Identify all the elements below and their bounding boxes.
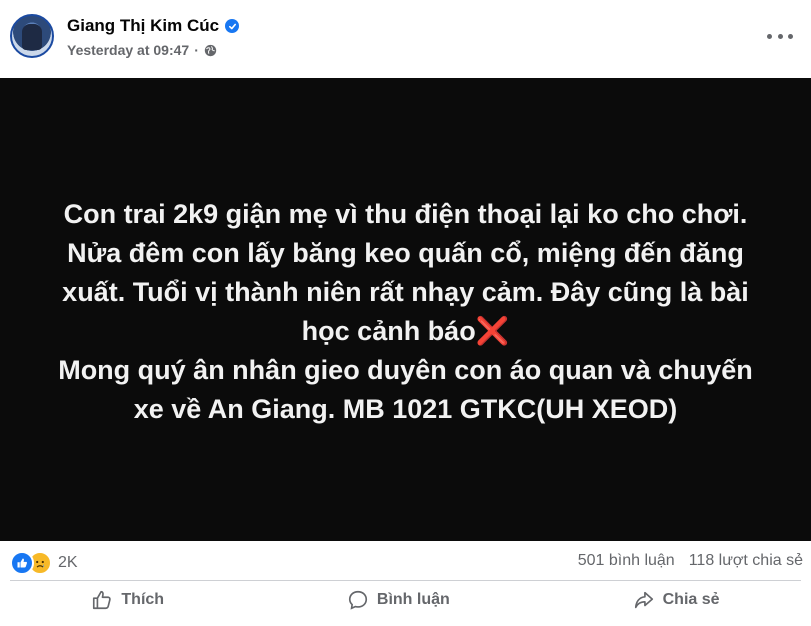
image-text-line: Mong quý ân nhân gieo duyên con áo quan … (58, 354, 753, 385)
globe-icon[interactable] (204, 44, 217, 57)
meta-separator: · (194, 42, 199, 58)
reactions-summary[interactable]: 2K (10, 551, 78, 575)
verified-badge-icon (225, 19, 240, 33)
divider (10, 580, 801, 581)
post-timestamp[interactable]: Yesterday at 09:47 (67, 42, 189, 58)
comment-label: Bình luận (376, 591, 450, 608)
share-count[interactable]: 118 lượt chia sẻ (689, 552, 803, 570)
thumbs-up-icon (93, 590, 112, 610)
like-button[interactable]: Thích (91, 589, 164, 611)
post-card: Giang Thị Kim Cúc Yesterday at 09:47 · C… (0, 0, 811, 626)
cross-mark-icon: ❌ (475, 315, 510, 346)
image-text-line: xuất. Tuổi vị thành niên rất nhạy cảm. Đ… (62, 276, 749, 307)
image-text-line: học cảnh báo❌ (26, 312, 786, 351)
image-text-line-part: học cảnh báo (301, 315, 476, 346)
image-text-line: Nửa đêm con lấy băng keo quấn cổ, miệng … (67, 237, 744, 268)
post-actions: Thích Bình luận Chia sẻ (0, 582, 811, 618)
share-icon (634, 591, 653, 609)
author-name[interactable]: Giang Thị Kim Cúc (67, 16, 219, 36)
post-image[interactable]: Con trai 2k9 giận mẹ vì thu điện thoại l… (0, 78, 811, 541)
like-label: Thích (121, 591, 165, 608)
comment-button[interactable]: Bình luận (347, 589, 450, 611)
reaction-count: 2K (58, 554, 78, 571)
comment-count[interactable]: 501 bình luận (578, 552, 675, 570)
engagement-stats: 501 bình luận 118 lượt chia sẻ (578, 552, 803, 570)
share-button[interactable]: Chia sẻ (633, 589, 720, 611)
more-options-icon[interactable] (767, 26, 793, 46)
share-label: Chia sẻ (662, 591, 720, 608)
comment-icon (348, 590, 367, 610)
post-meta: Yesterday at 09:47 · (67, 42, 217, 58)
like-reaction-icon (10, 551, 34, 575)
author-avatar[interactable] (10, 14, 54, 58)
author-row: Giang Thị Kim Cúc (67, 16, 240, 36)
post-image-text: Con trai 2k9 giận mẹ vì thu điện thoại l… (26, 195, 786, 429)
image-text-line: Con trai 2k9 giận mẹ vì thu điện thoại l… (63, 198, 748, 229)
image-text-line: xe về An Giang. MB 1021 GTKC(UH XEOD) (133, 393, 678, 424)
